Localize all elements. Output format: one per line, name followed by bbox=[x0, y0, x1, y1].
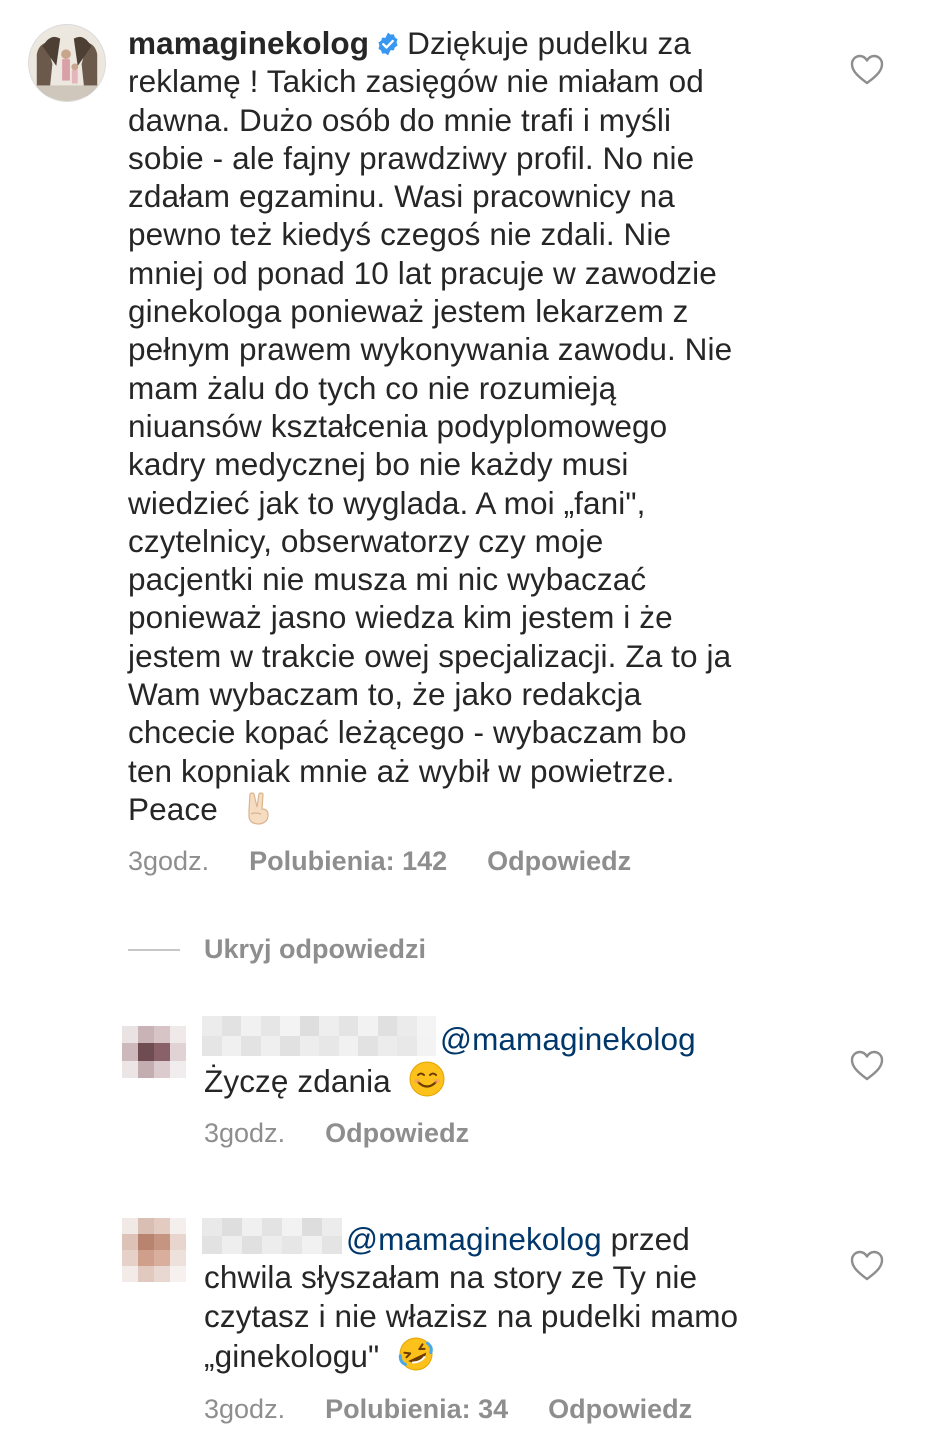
main-comment-line: kadry medycznej bo nie każdy musi bbox=[128, 446, 629, 483]
main-comment-line: pacjentki nie musza mi nic wybaczać bbox=[128, 561, 647, 598]
likes-count-link[interactable]: Polubienia: 34 bbox=[325, 1394, 508, 1425]
main-comment-line: pewno też kiedyś czegoś nie zdali. Nie bbox=[128, 216, 672, 253]
reply-text-content: przed bbox=[610, 1221, 690, 1257]
reply-comment: @mamaginekolog Życzę zdania 3godz. Odpow… bbox=[0, 1000, 933, 1160]
reply-avatar-pixelated[interactable] bbox=[122, 1218, 186, 1282]
main-comment-line: reklamę ! Takich zasięgów nie miałam od bbox=[128, 63, 704, 100]
main-comment-line: niuansów kształcenia podyplomowego bbox=[128, 407, 668, 444]
reply-comment: @mamaginekolog przed chwila słyszałam na… bbox=[0, 1200, 933, 1440]
reply-text-line: chwila słyszałam na story ze Ty nie bbox=[204, 1259, 698, 1296]
reply-meta: 3godz. Odpowiedz bbox=[204, 1118, 469, 1149]
reply-button[interactable]: Odpowiedz bbox=[548, 1394, 692, 1425]
main-comment-line: mam żalu do tych co nie rozumieją bbox=[128, 369, 617, 406]
hide-replies-toggle[interactable]: Ukryj odpowiedzi bbox=[128, 934, 426, 965]
main-comment-line: jestem w trakcie owej specjalizacji. Za … bbox=[128, 637, 732, 674]
divider-line bbox=[128, 948, 180, 951]
rolling-on-floor-laughing-emoji-icon bbox=[398, 1337, 433, 1371]
reply-text-content: Życzę zdania bbox=[204, 1063, 391, 1099]
smiling-face-emoji-icon bbox=[409, 1061, 445, 1097]
verified-badge-icon bbox=[378, 32, 398, 56]
main-comment-line: sobie - ale fajny prawdziwy profil. No n… bbox=[128, 139, 695, 176]
main-comment-line: czytelnicy, obserwatorzy czy moje bbox=[128, 522, 604, 559]
reply-button[interactable]: Odpowiedz bbox=[325, 1118, 469, 1149]
mention-link[interactable]: @mamaginekolog bbox=[346, 1221, 602, 1257]
reply-text-line: czytasz i nie włazisz na pudelki mamo bbox=[204, 1297, 739, 1334]
main-comment-meta: 3godz. Polubienia: 142 Odpowiedz bbox=[128, 846, 631, 877]
main-comment-username[interactable]: mamaginekolog bbox=[128, 25, 369, 61]
reply-meta: 3godz. Polubienia: 34 Odpowiedz bbox=[204, 1394, 692, 1425]
avatar-photo-icon bbox=[29, 25, 105, 101]
like-heart-icon[interactable] bbox=[850, 1250, 884, 1282]
main-comment-last-line: Peace bbox=[128, 790, 218, 827]
main-comment-line: dawna. Dużo osób do mnie trafi i myśli bbox=[128, 101, 672, 138]
reply-avatar-pixelated[interactable] bbox=[122, 1026, 186, 1078]
like-heart-icon[interactable] bbox=[850, 54, 884, 86]
main-comment-line: zdałam egzaminu. Wasi pracownicy na bbox=[128, 178, 675, 215]
comment-time: 3godz. bbox=[204, 1394, 286, 1424]
main-comment-line: ponieważ jasno wiedza kim jestem i że bbox=[128, 599, 673, 636]
reply-text-line: „ginekologu" bbox=[204, 1337, 380, 1374]
main-comment: mamaginekolog Dziękuje pudelku za reklamę… bbox=[0, 0, 933, 900]
victory-hand-emoji-icon bbox=[248, 792, 269, 825]
comment-time: 3godz. bbox=[204, 1118, 286, 1148]
reply-button[interactable]: Odpowiedz bbox=[487, 846, 631, 877]
main-comment-avatar[interactable] bbox=[28, 24, 106, 102]
main-comment-line: Wam wybaczam to, że jako redakcja bbox=[128, 676, 642, 713]
main-comment-line: ginekologa ponieważ jestem lekarzem z bbox=[128, 293, 689, 330]
comment-time: 3godz. bbox=[128, 846, 210, 876]
reply-text: @mamaginekolog przed chwila słyszałam na… bbox=[204, 1220, 824, 1375]
main-comment-line: mniej od ponad 10 lat pracuje w zawodzie bbox=[128, 254, 717, 291]
hide-replies-label: Ukryj odpowiedzi bbox=[204, 934, 427, 964]
reply-text: @mamaginekolog bbox=[440, 1020, 860, 1058]
likes-count-link[interactable]: Polubienia: 142 bbox=[249, 846, 447, 877]
mention-link[interactable]: @mamaginekolog bbox=[440, 1021, 696, 1057]
main-comment-line: ten kopniak mnie aż wybił w powietrze. bbox=[128, 752, 675, 789]
main-comment-line: chcecie kopać leżącego - wybaczam bo bbox=[128, 714, 687, 751]
main-comment-line: pełnym prawem wykonywania zawodu. Nie bbox=[128, 331, 733, 368]
reply-username-pixelated[interactable] bbox=[202, 1016, 436, 1056]
reply-text: Życzę zdania bbox=[204, 1060, 804, 1100]
main-comment-line: wiedzieć jak to wyglada. A moi „fani", bbox=[128, 484, 646, 521]
like-heart-icon[interactable] bbox=[850, 1050, 884, 1082]
main-comment-text: mamaginekolog Dziękuje pudelku za reklamę… bbox=[128, 24, 828, 828]
main-comment-line: Dziękuje pudelku za bbox=[407, 25, 691, 61]
